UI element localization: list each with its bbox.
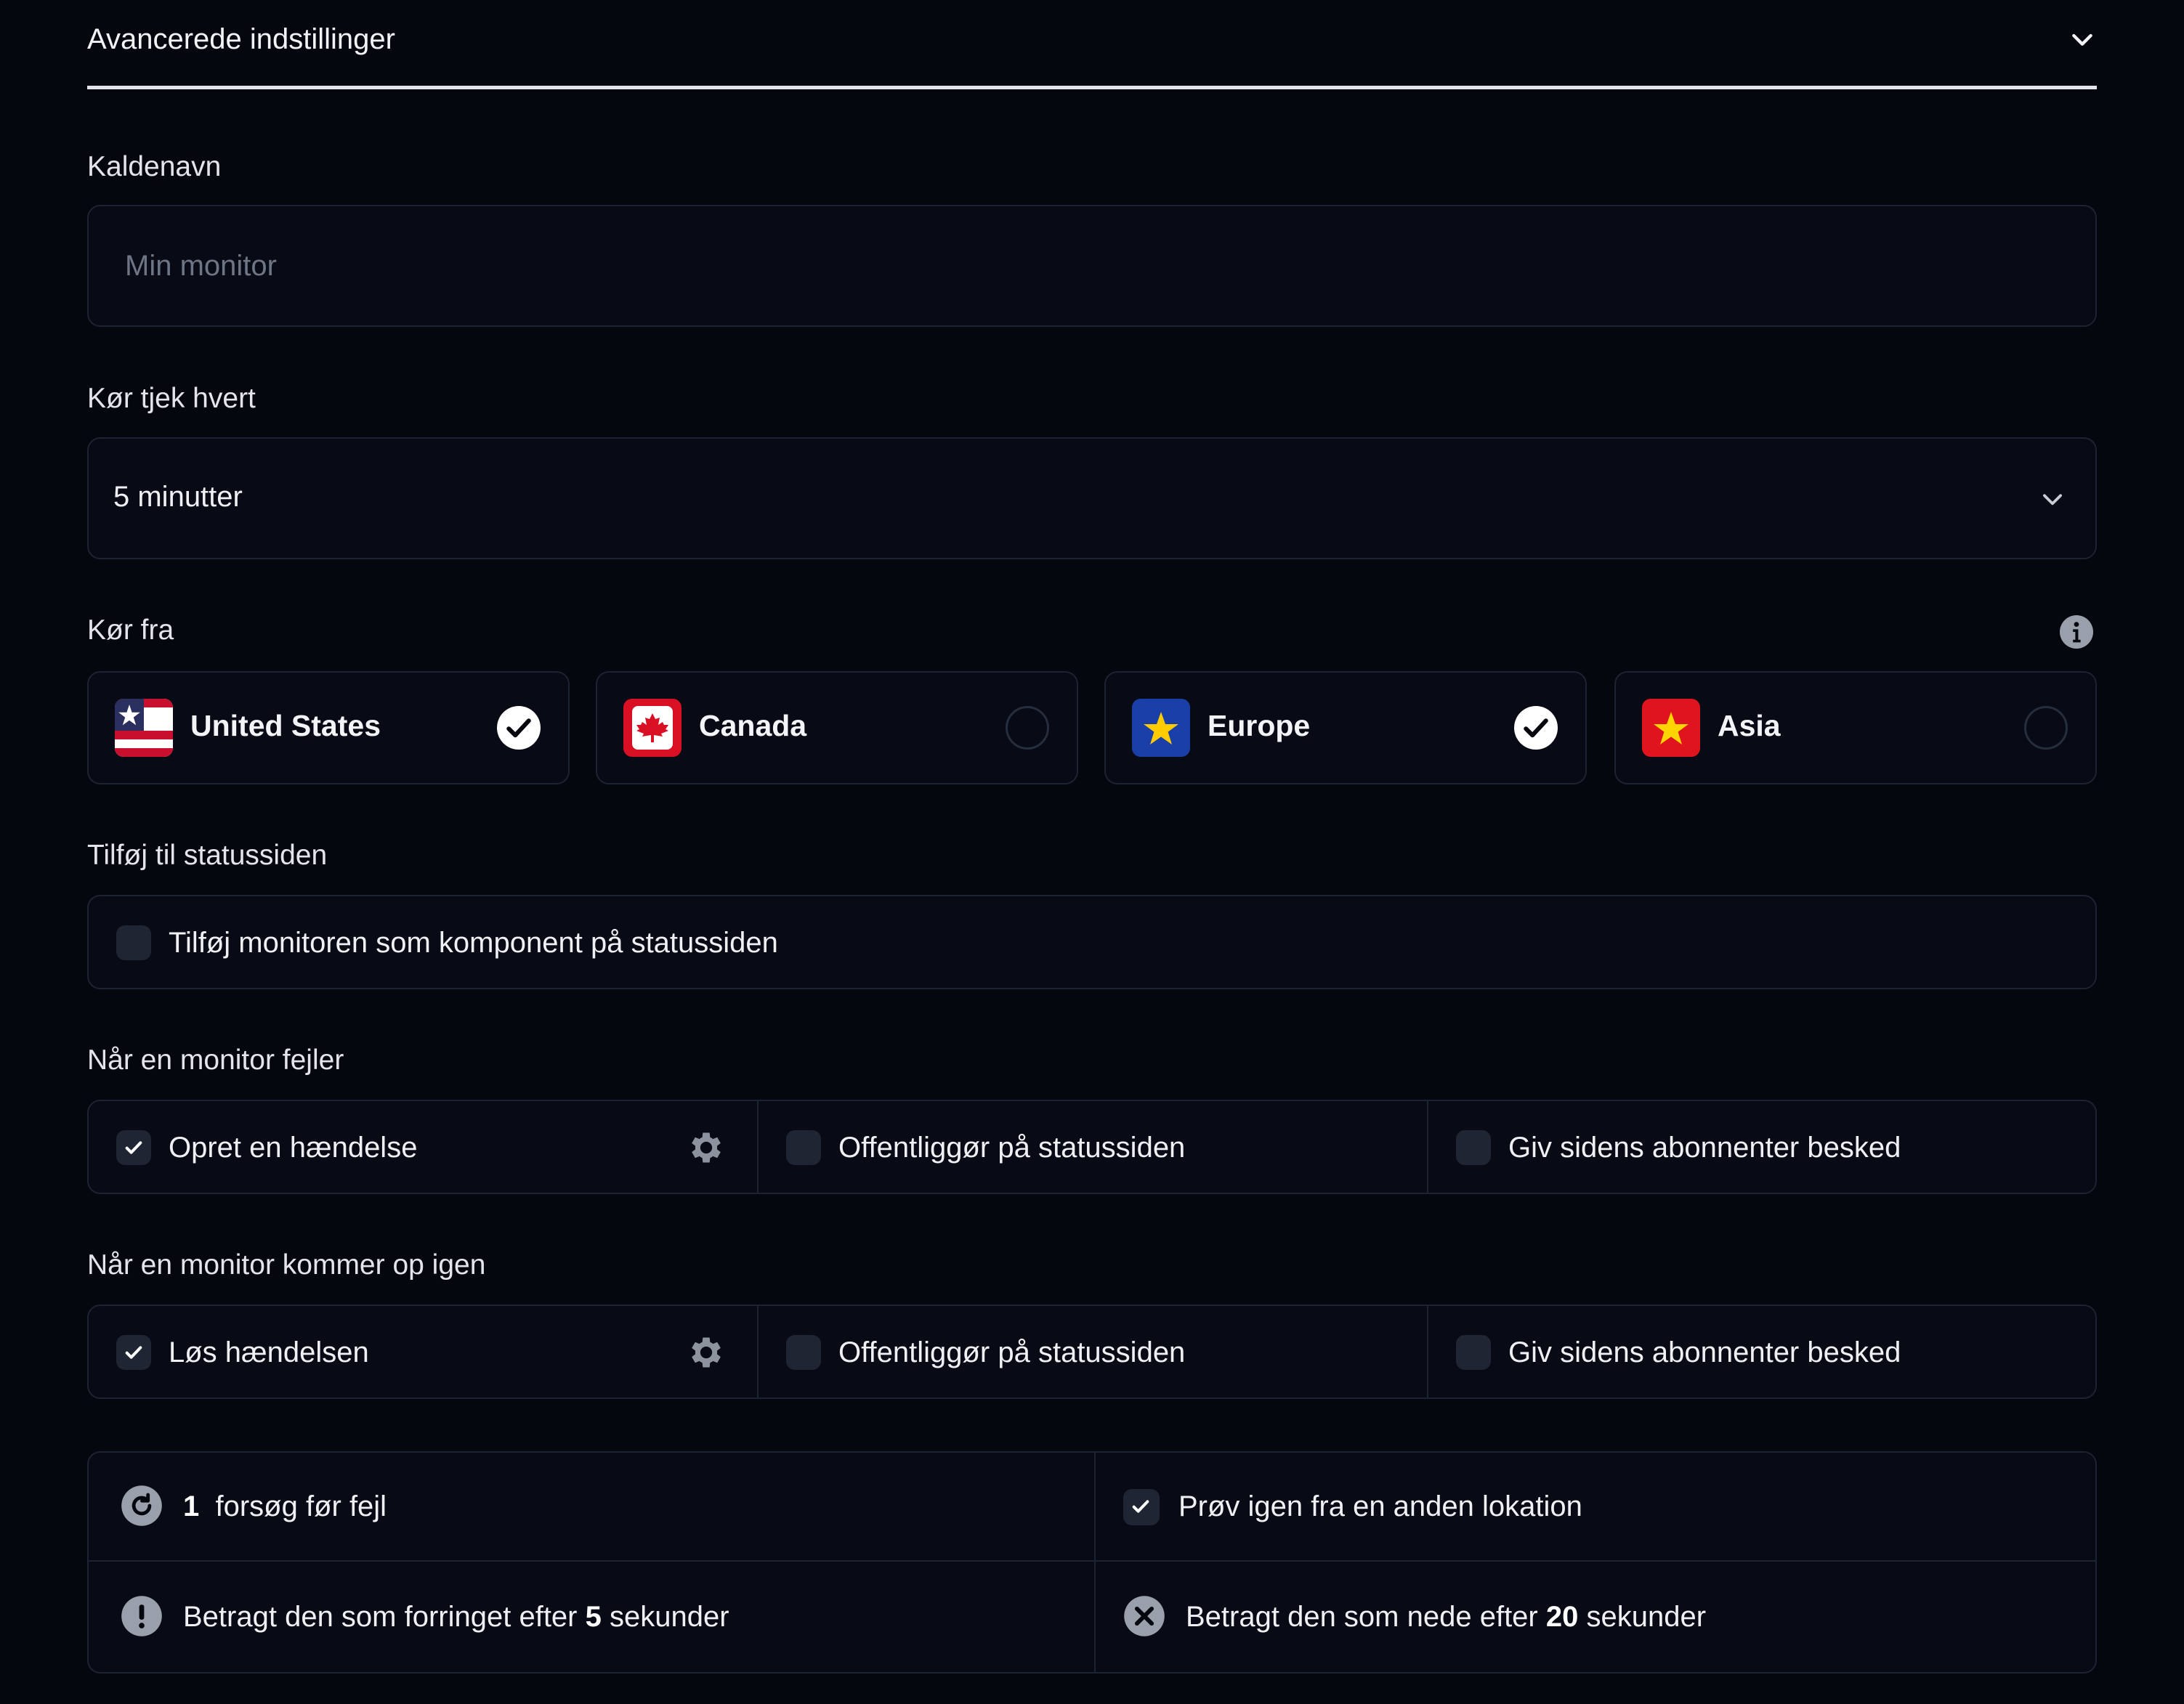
divider [1094,1453,1096,1672]
on-fail-notify-subscribers[interactable]: Giv sidens abonnenter besked [1427,1100,2097,1194]
notify-subscribers-text: Giv sidens abonnenter besked [1508,1336,1901,1368]
gear-icon[interactable] [686,1127,727,1168]
publish-status-text: Offentliggør på statussiden [838,1336,1186,1368]
down-prefix: Betragt den som nede efter [1186,1601,1538,1633]
region-asia[interactable]: Asia [1614,671,2097,784]
down-setting[interactable]: Betragt den som nede efter 20 sekunder [1186,1601,1706,1634]
on-recover-notify-subscribers[interactable]: Giv sidens abonnenter besked [1427,1305,2097,1399]
interval-select[interactable]: 5 minutter [87,437,2097,559]
region-name: Canada [699,709,807,742]
status-page-label: Tilføj til statussiden [87,840,328,871]
call-name-input[interactable]: Min monitor [87,205,2097,327]
notify-subscribers-checkbox[interactable] [1456,1335,1491,1370]
us-flag-icon [115,699,173,757]
retry-location-text: Prøv igen fra en anden lokation [1178,1490,1582,1522]
resolve-incident-text: Løs hændelsen [169,1336,369,1368]
region-europe[interactable]: Europe [1104,671,1587,784]
chevron-down-icon [2043,494,2062,506]
create-incident-checkbox[interactable] [116,1130,151,1165]
on-fail-label: Når en monitor fejler [87,1044,344,1076]
region-name: United States [190,709,381,742]
region-united-states[interactable]: United States [87,671,570,784]
status-page-option-text: Tilføj monitoren som komponent på status… [169,927,778,959]
status-page-checkbox[interactable] [116,925,151,960]
notify-subscribers-checkbox[interactable] [1456,1130,1491,1165]
check-icon [1132,1500,1149,1513]
run-from-label: Kør fra [87,614,174,646]
on-recover-resolve-incident[interactable]: Løs hændelsen [87,1305,759,1399]
advanced-settings-toggle[interactable]: Avancerede indstillinger [87,0,2097,89]
gear-icon[interactable] [686,1332,727,1373]
warning-icon [121,1596,162,1636]
divider [89,1560,2095,1562]
region-name: Europe [1208,709,1311,742]
on-fail-publish-status[interactable]: Offentliggør på statussiden [757,1100,1428,1194]
interval-label: Kør tjek hvert [87,383,256,414]
region-unselected-indicator[interactable] [1006,706,1049,750]
retries-text: forsøg før fejl [215,1490,387,1522]
publish-status-checkbox[interactable] [786,1130,821,1165]
create-incident-text: Opret en hændelse [169,1132,418,1164]
publish-status-text: Offentliggør på statussiden [838,1132,1186,1164]
status-page-option[interactable]: Tilføj monitoren som komponent på status… [87,895,2097,989]
degraded-value[interactable]: 5 [586,1601,602,1633]
on-fail-create-incident[interactable]: Opret en hændelse [87,1100,759,1194]
degraded-setting[interactable]: Betragt den som forringet efter 5 sekund… [183,1601,729,1634]
retries-setting[interactable]: 1 forsøg før fejl [183,1490,387,1523]
on-recover-publish-status[interactable]: Offentliggør på statussiden [757,1305,1428,1399]
canada-flag-icon [623,699,682,757]
close-circle-icon [1124,1596,1165,1636]
call-name-label: Kaldenavn [87,151,222,182]
eu-flag-icon [1132,699,1190,757]
section-title: Avancerede indstillinger [87,23,395,55]
region-unselected-indicator[interactable] [2024,706,2068,750]
interval-value: 5 minutter [113,481,243,513]
publish-status-checkbox[interactable] [786,1335,821,1370]
resolve-incident-checkbox[interactable] [116,1335,151,1370]
info-icon[interactable] [2059,614,2094,649]
degraded-suffix: sekunder [610,1601,729,1633]
region-name: Asia [1718,709,1781,742]
check-icon [1524,718,1548,738]
notify-subscribers-text: Giv sidens abonnenter besked [1508,1132,1901,1164]
check-icon [506,718,531,738]
retry-threshold-settings: 1 forsøg før fejl Prøv igen fra en anden… [87,1451,2097,1673]
chevron-down-icon [2072,33,2092,46]
check-icon [125,1141,142,1154]
degraded-prefix: Betragt den som forringet efter [183,1601,578,1633]
on-recover-label: Når en monitor kommer op igen [87,1249,486,1281]
down-value[interactable]: 20 [1546,1601,1579,1633]
retries-count[interactable]: 1 [183,1490,199,1522]
check-icon [125,1346,142,1359]
retry-icon [121,1485,162,1526]
region-selected-indicator[interactable] [497,706,541,750]
retry-location-checkbox[interactable] [1123,1489,1160,1525]
down-suffix: sekunder [1586,1601,1707,1633]
region-selected-indicator[interactable] [1514,706,1558,750]
asia-flag-icon [1642,699,1700,757]
region-canada[interactable]: Canada [596,671,1078,784]
